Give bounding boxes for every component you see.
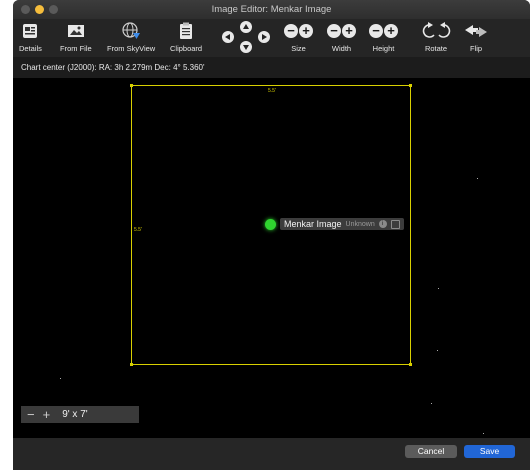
star [431, 403, 432, 404]
object-name: Menkar Image [284, 219, 342, 229]
zoom-in-button[interactable]: + [43, 406, 51, 423]
clipboard-button[interactable]: Clipboard [170, 21, 202, 53]
frame-height-label: 5.5' [134, 227, 142, 233]
from-skyview-button[interactable]: From SkyView [107, 21, 155, 53]
width-minus-plus-icon: − + [327, 21, 356, 41]
image-editor-window: Image Editor: Menkar Image Details From … [13, 0, 530, 470]
save-button[interactable]: Save [464, 445, 515, 458]
star [438, 288, 439, 289]
height-minus-button[interactable]: − [369, 24, 383, 38]
flip-button[interactable]: Flip [464, 21, 488, 53]
width-label: Width [331, 44, 352, 53]
zoom-out-button[interactable]: − [27, 406, 35, 423]
frame-width-label: 5.5' [268, 88, 276, 94]
object-marker[interactable]: Menkar Image Unknown i [265, 218, 404, 230]
clipboard-label: Clipboard [170, 44, 203, 53]
object-marker-icon [265, 218, 276, 230]
details-icon [22, 21, 38, 41]
from-file-label: From File [60, 44, 92, 53]
footer-bar: Cancel Save [13, 438, 530, 470]
pan-arrows-icon [222, 21, 270, 53]
star [477, 178, 478, 179]
chart-center-status: Chart center (J2000): RA: 3h 2.279m Dec:… [21, 63, 205, 72]
zoom-field-size: 9' x 7' [62, 409, 88, 420]
window-title: Image Editor: Menkar Image [211, 4, 332, 15]
cancel-button[interactable]: Cancel [405, 445, 457, 458]
height-label: Height [372, 44, 395, 53]
zoom-control: − + 9' x 7' [21, 406, 139, 423]
size-plus-button[interactable]: + [299, 24, 313, 38]
details-button[interactable]: Details [19, 21, 42, 53]
width-minus-button[interactable]: − [327, 24, 341, 38]
star [60, 378, 61, 379]
details-label: Details [19, 44, 42, 53]
flip-icon [464, 21, 488, 41]
image-file-icon [67, 21, 85, 41]
clipboard-icon [179, 21, 193, 41]
size-control[interactable]: − + Size [284, 21, 313, 53]
star [483, 433, 484, 434]
width-control[interactable]: − + Width [327, 21, 356, 53]
toolbar: Details From File From SkyView Clipboard [13, 19, 530, 57]
object-checkbox[interactable] [390, 219, 400, 229]
frame-handle-top-right[interactable] [409, 84, 412, 87]
from-file-button[interactable]: From File [60, 21, 92, 53]
width-plus-button[interactable]: + [342, 24, 356, 38]
pan-control[interactable] [220, 20, 272, 54]
size-minus-plus-icon: − + [284, 21, 313, 41]
frame-handle-top-left[interactable] [130, 84, 133, 87]
frame-handle-bottom-right[interactable] [409, 363, 412, 366]
object-source: Unknown [345, 220, 375, 228]
rotate-label: Rotate [424, 44, 448, 53]
info-icon[interactable]: i [378, 220, 387, 228]
height-control[interactable]: − + Height [369, 21, 398, 53]
height-minus-plus-icon: − + [369, 21, 398, 41]
star [437, 350, 438, 351]
from-skyview-label: From SkyView [107, 44, 156, 53]
rotate-button[interactable]: Rotate [421, 21, 451, 53]
height-plus-button[interactable]: + [384, 24, 398, 38]
rotate-icon [421, 21, 451, 41]
frame-handle-bottom-left[interactable] [130, 363, 133, 366]
title-bar: Image Editor: Menkar Image [13, 0, 530, 20]
size-label: Size [291, 44, 306, 53]
flip-label: Flip [469, 44, 483, 53]
image-canvas[interactable]: 5.5' 5.5' Menkar Image Unknown i [13, 78, 530, 438]
object-label: Menkar Image Unknown i [280, 218, 404, 230]
skyview-globe-icon [121, 21, 141, 41]
size-minus-button[interactable]: − [284, 24, 298, 38]
